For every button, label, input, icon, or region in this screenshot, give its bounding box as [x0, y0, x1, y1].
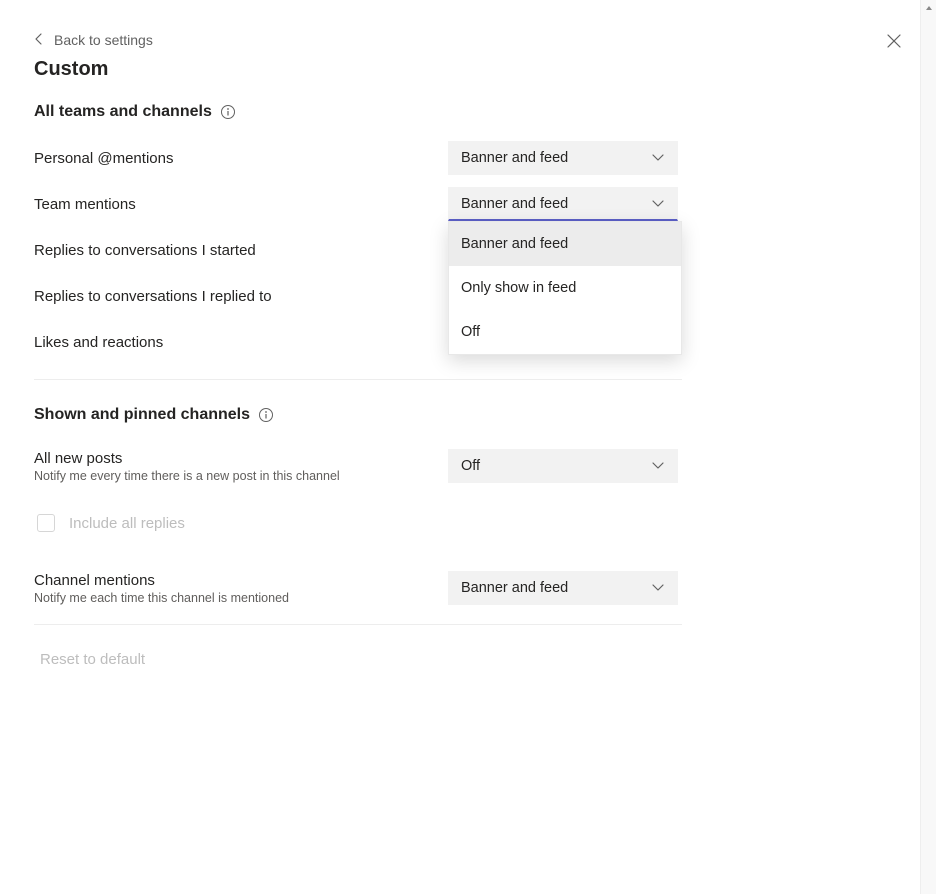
- team-mentions-dropdown-menu: Banner and feed Only show in feed Off: [448, 221, 682, 355]
- dropdown-value: Banner and feed: [461, 150, 568, 166]
- all-new-posts-dropdown[interactable]: Off: [448, 449, 678, 483]
- include-all-replies-label: Include all replies: [69, 515, 185, 532]
- dropdown-value: Banner and feed: [461, 580, 568, 596]
- section-divider: [34, 379, 682, 380]
- section-divider: [34, 624, 682, 625]
- chevron-down-icon: [651, 153, 665, 163]
- scrollbar-up-arrow[interactable]: [921, 0, 936, 16]
- info-icon[interactable]: [258, 407, 274, 423]
- close-icon: [886, 33, 902, 52]
- reset-to-default-link[interactable]: Reset to default: [40, 651, 145, 668]
- channel-mentions-dropdown[interactable]: Banner and feed: [448, 571, 678, 605]
- dropdown-option-banner-feed[interactable]: Banner and feed: [449, 222, 681, 266]
- dropdown-option-off[interactable]: Off: [449, 310, 681, 354]
- channel-mentions-label: Channel mentions: [34, 572, 448, 589]
- dropdown-value: Off: [461, 458, 480, 474]
- include-all-replies-checkbox[interactable]: [37, 514, 55, 532]
- info-icon[interactable]: [220, 104, 236, 120]
- all-new-posts-label: All new posts: [34, 450, 448, 467]
- team-mentions-label: Team mentions: [34, 196, 448, 213]
- personal-mentions-label: Personal @mentions: [34, 150, 448, 167]
- chevron-down-icon: [651, 461, 665, 471]
- back-to-settings-link[interactable]: Back to settings: [34, 32, 153, 48]
- replies-started-label: Replies to conversations I started: [34, 242, 448, 259]
- close-button[interactable]: [882, 30, 906, 54]
- chevron-down-icon: [651, 583, 665, 593]
- section-shown-pinned-title: Shown and pinned channels: [34, 406, 250, 424]
- chevron-down-icon: [651, 199, 665, 209]
- back-label: Back to settings: [54, 32, 153, 48]
- page-title: Custom: [34, 58, 884, 81]
- team-mentions-dropdown[interactable]: Banner and feed: [448, 187, 678, 221]
- all-new-posts-sub: Notify me every time there is a new post…: [34, 469, 448, 483]
- section-all-teams-title: All teams and channels: [34, 103, 212, 121]
- personal-mentions-dropdown[interactable]: Banner and feed: [448, 141, 678, 175]
- replies-replied-label: Replies to conversations I replied to: [34, 288, 448, 305]
- dropdown-value: Banner and feed: [461, 196, 568, 212]
- chevron-left-icon: [34, 32, 54, 48]
- scrollbar[interactable]: [920, 0, 936, 894]
- likes-reactions-label: Likes and reactions: [34, 334, 448, 351]
- channel-mentions-sub: Notify me each time this channel is ment…: [34, 591, 448, 605]
- dropdown-option-only-feed[interactable]: Only show in feed: [449, 266, 681, 310]
